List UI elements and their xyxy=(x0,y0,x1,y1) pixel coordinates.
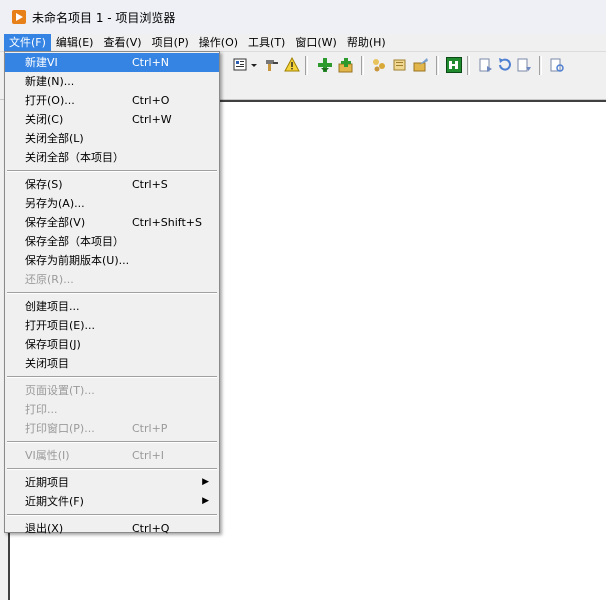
menu-item[interactable]: 查看(V) xyxy=(98,34,146,51)
view-hierarchy-icon[interactable] xyxy=(478,57,494,73)
file-menu-dropdown: 新建VI Ctrl+N 新建(N)... 打开(O)... Ctrl+O 关闭(C) Ctr… xyxy=(4,51,220,535)
menu-item-label: 页面设置(T)... xyxy=(25,384,95,397)
title-bar[interactable]: 未命名项目 1 - 项目浏览器 xyxy=(0,0,606,34)
menu-item-label: 打印... xyxy=(25,403,58,416)
menu-separator xyxy=(5,289,219,297)
menu-item-label: 关闭(C) xyxy=(25,113,64,126)
menu-item-label: 关闭项目 xyxy=(25,357,69,370)
file-menu-item: 还原(R)... xyxy=(5,270,219,289)
file-menu-item: 打印窗口(P)... Ctrl+P xyxy=(5,419,219,438)
menu-item-shortcut: Ctrl+Shift+S xyxy=(132,216,202,229)
file-menu-item[interactable]: 关闭全部（本项目） xyxy=(5,148,219,167)
expand-icon[interactable] xyxy=(516,57,532,73)
menu-item-label: 还原(R)... xyxy=(25,273,74,286)
submenu-arrow-icon: ▶ xyxy=(202,496,209,506)
menu-separator xyxy=(5,438,219,446)
build-icon[interactable] xyxy=(233,57,249,73)
file-menu-item: VI属性(I) Ctrl+I xyxy=(5,446,219,465)
menu-item-label: 关闭全部(L) xyxy=(25,132,84,145)
file-menu-item[interactable]: 打开项目(E)... xyxy=(5,316,219,335)
wrench-tool-icon[interactable] xyxy=(264,57,280,73)
project-explorer-window: 未命名项目 1 - 项目浏览器 文件(F) 编辑(E) 查看(V) 项目(P) 操作(O… xyxy=(0,0,606,600)
menu-item-label: 打开项目(E)... xyxy=(25,319,96,332)
file-menu-item[interactable]: 另存为(A)... xyxy=(5,194,219,213)
vi-icon[interactable] xyxy=(446,57,462,73)
menu-item[interactable]: 项目(P) xyxy=(147,34,194,51)
add-folder-icon[interactable] xyxy=(338,57,354,73)
menu-item-label: 保存(S) xyxy=(25,178,63,191)
add-item-icon[interactable] xyxy=(317,57,333,73)
menu-item[interactable]: 窗口(W) xyxy=(290,34,341,51)
submenu-arrow-icon: ▶ xyxy=(202,477,209,487)
menu-item-label: 新建VI xyxy=(25,56,58,69)
menu-separator xyxy=(5,167,219,175)
toolbar-separator xyxy=(361,56,364,75)
file-menu-item[interactable]: 创建项目... xyxy=(5,297,219,316)
menu-item[interactable]: 编辑(E) xyxy=(51,34,99,51)
menu-item-shortcut: Ctrl+I xyxy=(132,449,165,462)
file-menu-item[interactable]: 保存为前期版本(U)... xyxy=(5,251,219,270)
toolbar-separator xyxy=(539,56,542,75)
menu-item-label: 打开(O)... xyxy=(25,94,75,107)
menu-item-shortcut: Ctrl+S xyxy=(132,178,168,191)
menu-separator xyxy=(5,465,219,473)
menu-item-shortcut: Ctrl+P xyxy=(132,422,168,435)
menu-item-label: 关闭全部（本项目） xyxy=(25,151,124,164)
file-menu-item[interactable]: 新建VI Ctrl+N xyxy=(5,53,219,72)
menu-item[interactable]: 操作(O) xyxy=(194,34,243,51)
menu-item-label: 退出(X) xyxy=(25,522,64,535)
menu-item-label: 保存为前期版本(U)... xyxy=(25,254,130,267)
find-icon[interactable] xyxy=(549,57,565,73)
menu-item-shortcut: Ctrl+O xyxy=(132,94,170,107)
menu-item-label: 保存全部(V) xyxy=(25,216,86,229)
menu-item-label: 保存项目(J) xyxy=(25,338,81,351)
file-menu-item[interactable]: 关闭(C) Ctrl+W xyxy=(5,110,219,129)
file-menu-item[interactable]: 保存项目(J) xyxy=(5,335,219,354)
file-menu-item: 打印... xyxy=(5,400,219,419)
refresh-icon[interactable] xyxy=(497,57,513,73)
toolbar-separator xyxy=(436,56,439,75)
menu-item-label: VI属性(I) xyxy=(25,449,70,462)
file-menu-item: 页面设置(T)... xyxy=(5,381,219,400)
properties-icon[interactable] xyxy=(371,57,387,73)
warning-icon[interactable] xyxy=(284,56,300,73)
file-menu-item[interactable]: 关闭全部(L) xyxy=(5,129,219,148)
menu-separator xyxy=(5,373,219,381)
menu-item-label: 近期项目 xyxy=(25,476,69,489)
menu-item-label: 另存为(A)... xyxy=(25,197,85,210)
menu-item-label: 打印窗口(P)... xyxy=(25,422,95,435)
menu-item-shortcut: Ctrl+N xyxy=(132,56,170,69)
build-spec-icon[interactable] xyxy=(413,57,429,73)
file-menu-item[interactable]: 保存全部（本项目） xyxy=(5,232,219,251)
dependencies-icon[interactable] xyxy=(392,57,408,73)
toolbar-separator xyxy=(305,56,308,75)
menu-item-shortcut: Ctrl+W xyxy=(132,113,172,126)
menu-item-shortcut: Ctrl+Q xyxy=(132,522,170,535)
file-menu-item[interactable]: 打开(O)... Ctrl+O xyxy=(5,91,219,110)
menu-item-label: 保存全部（本项目） xyxy=(25,235,124,248)
menu-item[interactable]: 工具(T) xyxy=(243,34,290,51)
toolbar-separator xyxy=(467,56,470,75)
file-menu-item[interactable]: 保存(S) Ctrl+S xyxy=(5,175,219,194)
file-menu-item[interactable]: 退出(X) Ctrl+Q xyxy=(5,519,219,538)
menu-item-label: 创建项目... xyxy=(25,300,80,313)
menu-item[interactable]: 帮助(H) xyxy=(342,34,391,51)
file-menu-item[interactable]: 关闭项目 xyxy=(5,354,219,373)
menu-item[interactable]: 文件(F) xyxy=(4,34,51,51)
file-menu-item[interactable]: 近期项目 ▶ xyxy=(5,473,219,492)
file-menu-item[interactable]: 保存全部(V) Ctrl+Shift+S xyxy=(5,213,219,232)
menu-separator xyxy=(5,511,219,519)
window-title: 未命名项目 1 - 项目浏览器 xyxy=(32,10,176,25)
menu-item-label: 新建(N)... xyxy=(25,75,75,88)
labview-app-icon xyxy=(12,10,26,24)
file-menu-item[interactable]: 近期文件(F) ▶ xyxy=(5,492,219,511)
dropdown-icon[interactable] xyxy=(250,57,258,73)
menu-item-label: 近期文件(F) xyxy=(25,495,84,508)
menu-bar: 文件(F) 编辑(E) 查看(V) 项目(P) 操作(O) 工具(T) 窗口(W) 帮助(H) xyxy=(0,34,606,51)
file-menu-item[interactable]: 新建(N)... xyxy=(5,72,219,91)
